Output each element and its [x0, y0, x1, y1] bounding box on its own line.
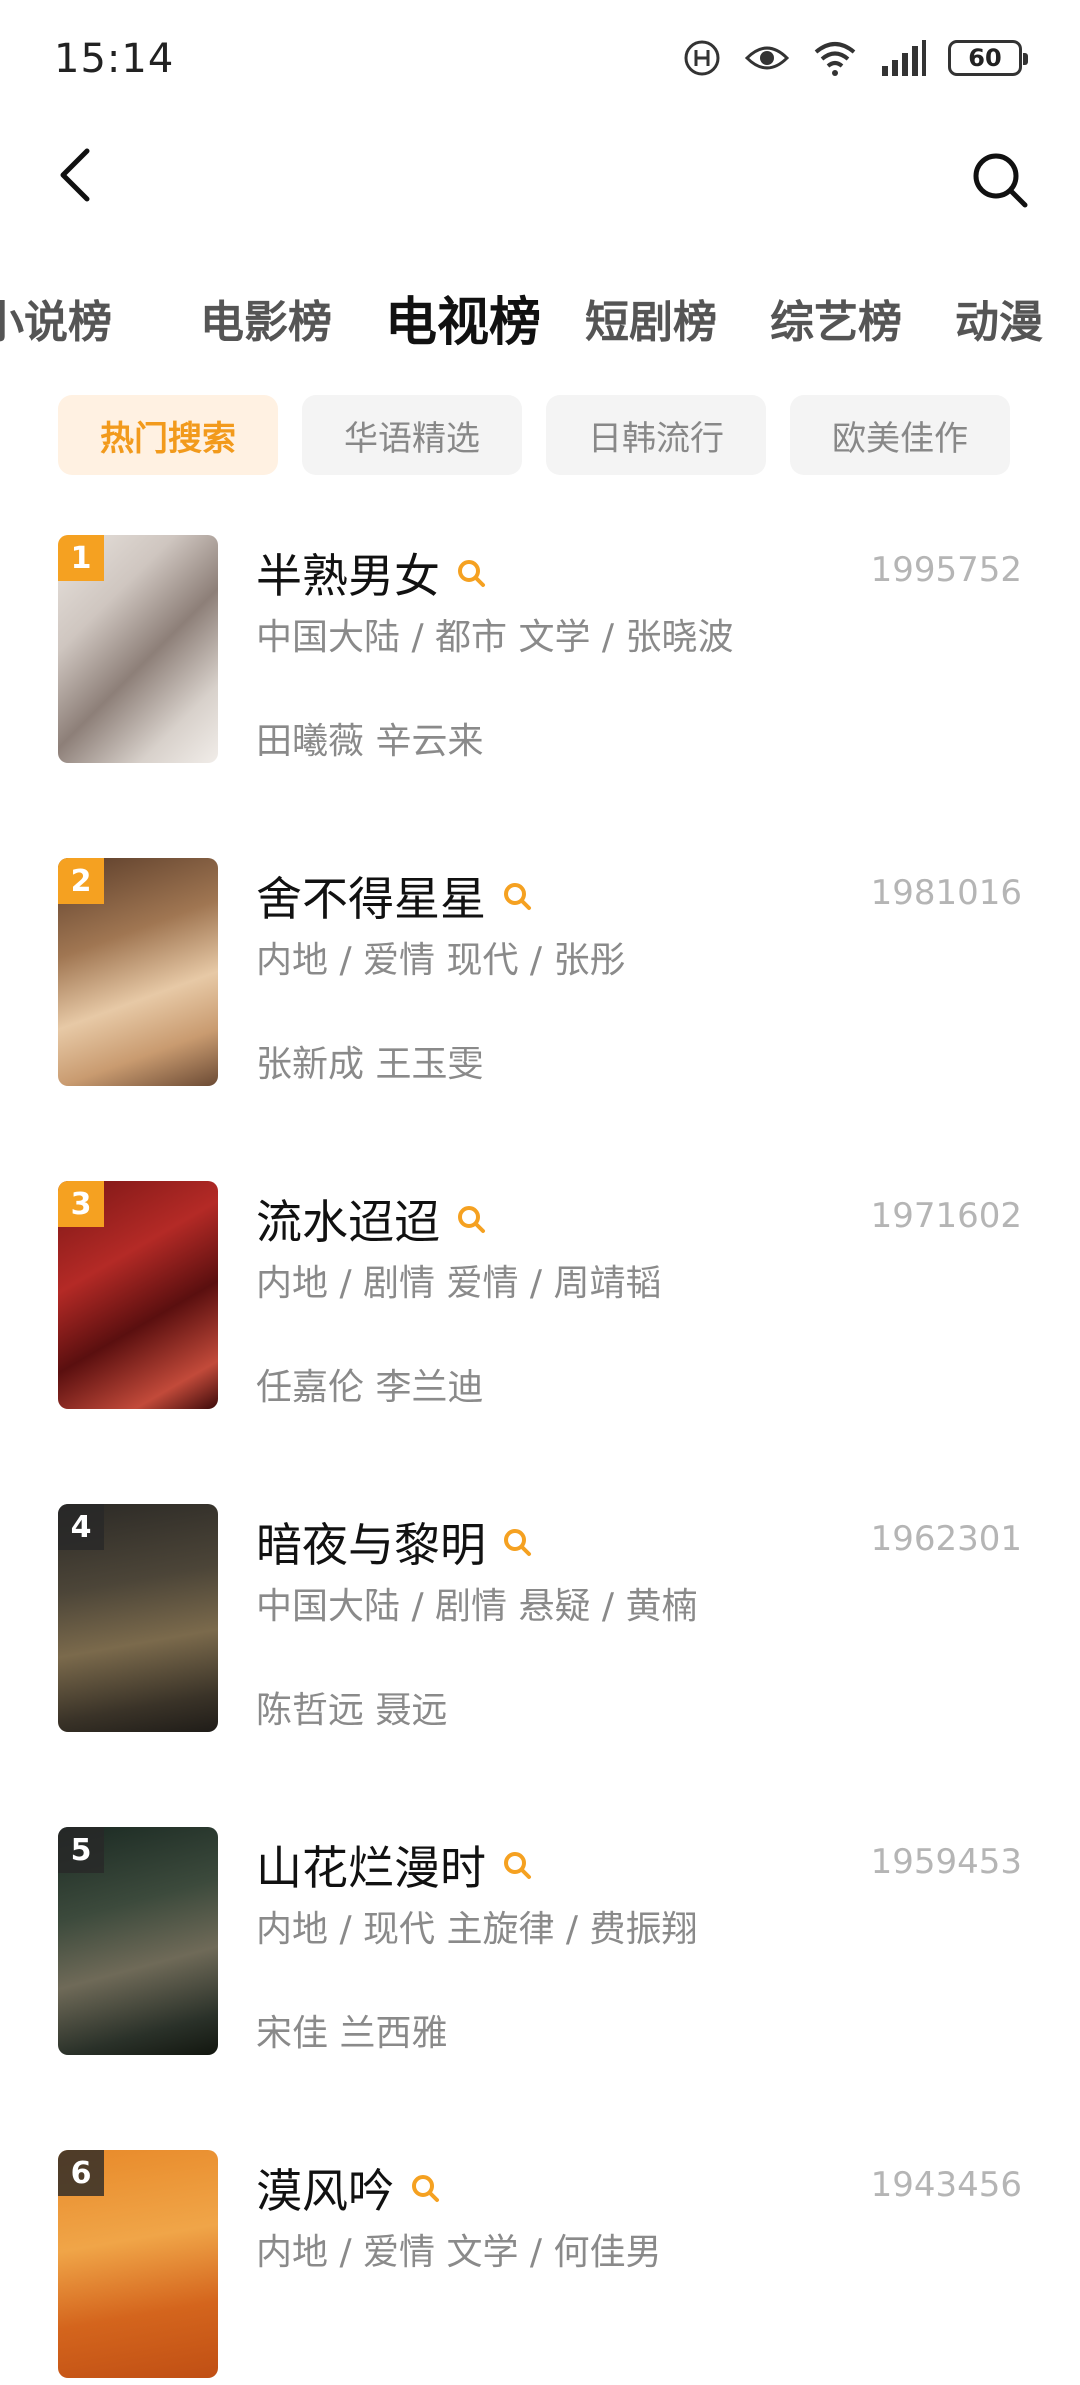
- item-meta: 内地 / 剧情 爱情 / 周靖韬: [256, 1263, 662, 1304]
- tab-novel[interactable]: 小说榜: [0, 285, 112, 361]
- item-title: 山花烂漫时: [256, 1841, 486, 1895]
- item-cast: 张新成 王玉雯: [256, 1044, 484, 1085]
- filter-chips: 热门搜索 华语精选 日韩流行 欧美佳作: [58, 395, 1010, 475]
- tab-anime[interactable]: 动漫: [955, 285, 1043, 361]
- header: [0, 130, 1080, 220]
- item-meta: 内地 / 爱情 现代 / 张彤: [256, 940, 626, 981]
- search-button[interactable]: [960, 140, 1040, 220]
- poster-image: 4: [58, 1504, 218, 1732]
- search-icon: [458, 1206, 485, 1233]
- search-count: 1995752: [870, 550, 1022, 590]
- item-meta: 内地 / 爱情 文学 / 何佳男: [256, 2232, 662, 2273]
- poster-image: 1: [58, 535, 218, 763]
- back-button[interactable]: [40, 140, 110, 210]
- item-title: 漠风吟: [256, 2164, 394, 2218]
- rank-badge: 4: [58, 1504, 104, 1550]
- search-icon: [412, 2175, 439, 2202]
- item-meta: 内地 / 现代 主旋律 / 费振翔: [256, 1909, 698, 1950]
- item-title: 流水迢迢: [256, 1195, 440, 1249]
- item-meta: 中国大陆 / 都市 文学 / 张晓波: [256, 617, 734, 658]
- tab-tv[interactable]: 电视榜: [385, 285, 541, 361]
- poster-image: 5: [58, 1827, 218, 2055]
- rank-badge: 5: [58, 1827, 104, 1873]
- hd-call-icon: [682, 38, 722, 78]
- chip-chinese-picks[interactable]: 华语精选: [302, 395, 522, 475]
- eye-icon: [744, 40, 790, 76]
- item-title: 暗夜与黎明: [256, 1518, 486, 1572]
- poster-image: 6: [58, 2150, 218, 2378]
- category-tabs: 小说榜 电影榜 电视榜 短剧榜 综艺榜 动漫: [0, 285, 1080, 365]
- poster-image: 2: [58, 858, 218, 1086]
- item-title: 半熟男女: [256, 549, 440, 603]
- search-count: 1962301: [870, 1519, 1022, 1559]
- rank-badge: 3: [58, 1181, 104, 1227]
- search-icon: [973, 153, 1028, 208]
- item-cast: 任嘉伦 李兰迪: [256, 1367, 484, 1408]
- battery-icon: 60: [948, 40, 1028, 76]
- item-title: 舍不得星星: [256, 872, 486, 926]
- tab-variety[interactable]: 综艺榜: [770, 285, 902, 361]
- tab-short-drama[interactable]: 短剧榜: [585, 285, 717, 361]
- item-meta: 中国大陆 / 剧情 悬疑 / 黄楠: [256, 1586, 698, 1627]
- list-item[interactable]: 6 漠风吟 1943456 内地 / 爱情 文学 / 何佳男: [0, 2145, 1080, 2385]
- list-item[interactable]: 4 暗夜与黎明 1962301 中国大陆 / 剧情 悬疑 / 黄楠 陈哲远 聂远: [0, 1499, 1080, 1739]
- signal-icon: [880, 40, 926, 76]
- rank-badge: 2: [58, 858, 104, 904]
- chip-hot-search[interactable]: 热门搜索: [58, 395, 278, 475]
- rank-badge: 1: [58, 535, 104, 581]
- search-count: 1971602: [870, 1196, 1022, 1236]
- status-time: 15:14: [54, 36, 175, 82]
- chevron-left-icon: [60, 148, 90, 202]
- search-icon: [504, 1529, 531, 1556]
- search-count: 1981016: [870, 873, 1022, 913]
- wifi-icon: [812, 38, 858, 78]
- search-icon: [504, 883, 531, 910]
- rank-badge: 6: [58, 2150, 104, 2196]
- status-icons: 60: [682, 38, 1028, 78]
- search-count: 1959453: [870, 1842, 1022, 1882]
- poster-image: 3: [58, 1181, 218, 1409]
- item-cast: 宋佳 兰西雅: [256, 2013, 448, 2054]
- tab-movie[interactable]: 电影榜: [200, 285, 332, 361]
- chip-western-picks[interactable]: 欧美佳作: [790, 395, 1010, 475]
- battery-level: 60: [968, 44, 1002, 72]
- list-item[interactable]: 2 舍不得星星 1981016 内地 / 爱情 现代 / 张彤 张新成 王玉雯: [0, 853, 1080, 1093]
- item-cast: 陈哲远 聂远: [256, 1690, 448, 1731]
- search-icon: [504, 1852, 531, 1879]
- item-cast: 田曦薇 辛云来: [256, 721, 484, 762]
- chip-jp-kr-trending[interactable]: 日韩流行: [546, 395, 766, 475]
- list-item[interactable]: 5 山花烂漫时 1959453 内地 / 现代 主旋律 / 费振翔 宋佳 兰西雅: [0, 1822, 1080, 2062]
- list-item[interactable]: 3 流水迢迢 1971602 内地 / 剧情 爱情 / 周靖韬 任嘉伦 李兰迪: [0, 1176, 1080, 1416]
- search-icon: [458, 560, 485, 587]
- search-count: 1943456: [870, 2165, 1022, 2205]
- list-item[interactable]: 1 半熟男女 1995752 中国大陆 / 都市 文学 / 张晓波 田曦薇 辛云…: [0, 530, 1080, 770]
- status-bar: 15:14 60: [0, 0, 1080, 120]
